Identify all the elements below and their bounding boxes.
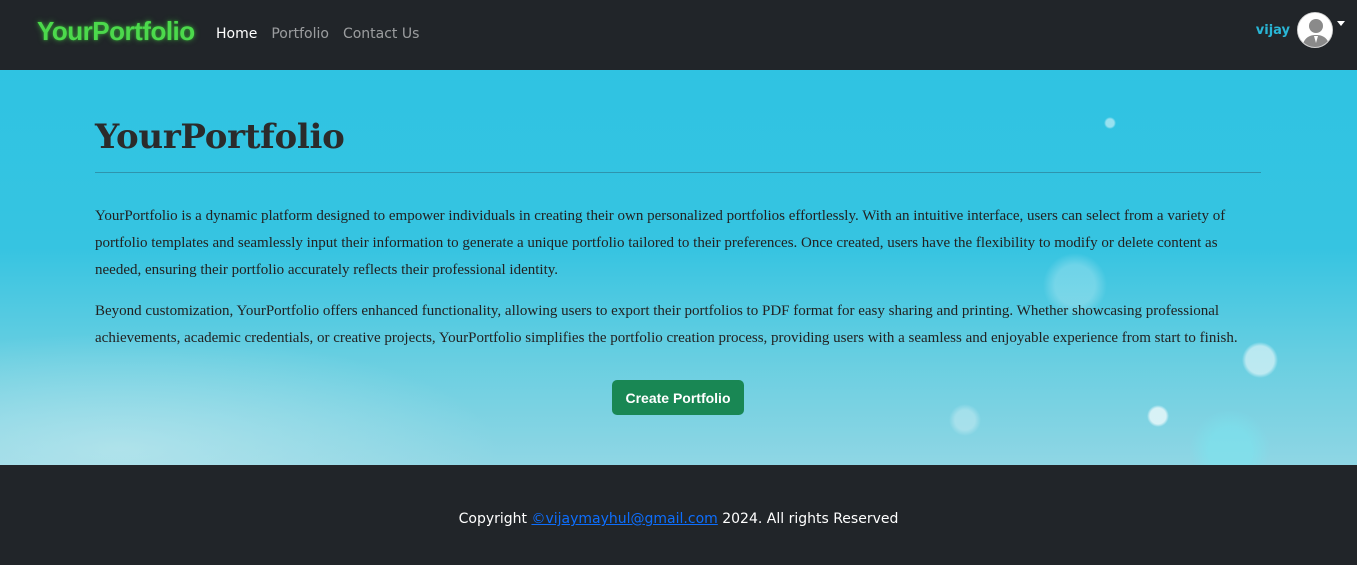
nav-link-portfolio[interactable]: Portfolio bbox=[271, 26, 329, 42]
page-title: YourPortfolio bbox=[95, 117, 345, 157]
user-menu[interactable]: vijay bbox=[1256, 12, 1345, 48]
divider bbox=[95, 172, 1261, 173]
copyright-suffix: 2024. All rights Reserved bbox=[717, 511, 899, 527]
copyright-text: Copyright ©vijaymayhul@gmail.com 2024. A… bbox=[0, 511, 1357, 527]
footer: Copyright ©vijaymayhul@gmail.com 2024. A… bbox=[0, 465, 1357, 565]
create-portfolio-button[interactable]: Create Portfolio bbox=[612, 380, 744, 415]
nav-link-home[interactable]: Home bbox=[216, 26, 257, 42]
hero-container: YourPortfolio YourPortfolio is a dynamic… bbox=[95, 115, 1261, 352]
intro-paragraph: YourPortfolio is a dynamic platform desi… bbox=[95, 208, 1226, 278]
user-name[interactable]: vijay bbox=[1256, 23, 1290, 38]
caret-down-icon[interactable] bbox=[1337, 20, 1345, 26]
copyright-prefix: Copyright bbox=[458, 511, 532, 527]
user-silhouette-icon[interactable] bbox=[1297, 12, 1333, 48]
email-link[interactable]: ©vijaymayhul@gmail.com bbox=[531, 511, 717, 527]
hero-section: YourPortfolio YourPortfolio is a dynamic… bbox=[0, 70, 1357, 465]
nav-links: Home Portfolio Contact Us bbox=[216, 26, 419, 42]
nav-link-contact-us[interactable]: Contact Us bbox=[343, 26, 419, 42]
features-paragraph: Beyond customization, YourPortfolio offe… bbox=[95, 303, 1238, 346]
navbar: YourPortfolio Home Portfolio Contact Us … bbox=[0, 0, 1357, 70]
brand-logo[interactable]: YourPortfolio bbox=[37, 16, 195, 47]
